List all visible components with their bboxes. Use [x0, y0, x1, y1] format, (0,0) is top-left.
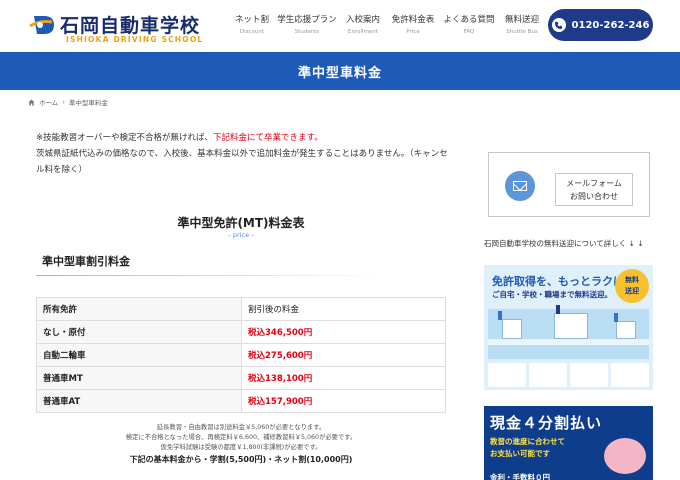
- breadcrumb-current: 準中型車料金: [68, 99, 108, 107]
- mail-icon: [505, 171, 535, 201]
- shuttle-info-link[interactable]: 石岡自動車学校の無料送迎について詳しく ↓ ↓: [484, 238, 659, 249]
- logo-mark-icon: [29, 16, 54, 34]
- price-cell: 税込138,100円: [241, 366, 446, 390]
- mail-form-button[interactable]: メールフォーム お問い合わせ: [488, 152, 650, 217]
- installment-banner-title: 現金４分割払い: [490, 414, 603, 432]
- license-cell: 自動二輪車: [36, 343, 242, 367]
- column-header-price: 割引後の料金: [241, 297, 446, 321]
- notice-line1: ※技能教習オーバーや検定不合格が無ければ、: [36, 133, 214, 143]
- shuttle-banner-title: 免許取得を、もっとラクに。: [492, 275, 635, 288]
- price-cell: 税込275,600円: [241, 343, 446, 367]
- section-heading: 準中型車割引料金: [36, 252, 446, 276]
- table-row: 普通車MT 税込138,100円: [36, 366, 446, 390]
- shuttle-feature-icons: [488, 363, 649, 387]
- page-title-bar: 準中型車料金: [0, 52, 680, 90]
- installment-banner-subtitle: 教習の進度に合わせて お支払い可能です: [490, 437, 565, 458]
- table-row: 普通車AT 税込157,900円: [36, 389, 446, 413]
- discount-note: 下記の基本料金から・学割(5,500円)・ネット割(10,000円): [129, 455, 353, 464]
- column-header-license: 所有免許: [36, 297, 242, 321]
- phone-number: 0120-262-246: [571, 19, 650, 31]
- breadcrumb: ホーム › 準中型車料金: [28, 97, 108, 107]
- price-table-subtitle: – price –: [227, 231, 255, 239]
- table-row: なし・原付 税込346,500円: [36, 320, 446, 344]
- installment-banner-note: 金利・手数料０円: [490, 473, 550, 480]
- shuttle-banner-subtitle: ご自宅・学校・職場まで無料送迎。: [492, 290, 612, 299]
- license-cell: なし・原付: [36, 320, 242, 344]
- phone-button[interactable]: 0120-262-246: [548, 9, 653, 41]
- license-cell: 普通車AT: [36, 389, 242, 413]
- footnote-line: 延長教習・自由教習は別途料金￥5,060が必要となります。: [156, 424, 326, 431]
- table-header-row: 所有免許 割引後の料金: [36, 297, 446, 321]
- table-row: 自動二輪車 税込275,600円: [36, 343, 446, 367]
- mail-form-label: メールフォーム お問い合わせ: [555, 173, 633, 206]
- nav-discount[interactable]: ネット割 Discount: [234, 14, 270, 37]
- nav-students[interactable]: 学生応援プラン Students: [277, 14, 337, 37]
- nav-faq[interactable]: よくある質問 FAQ: [443, 14, 495, 37]
- footnote-line: 仮免学科試験は受験の都度￥1,800(非課税)が必要です。: [160, 444, 322, 451]
- breadcrumb-home-link[interactable]: ホーム: [39, 97, 58, 107]
- notice-highlight: 下記料金にて卒業できます。: [213, 133, 323, 143]
- site-logo[interactable]: 石岡自動車学校 ISHIOKA DRIVING SCHOOL: [28, 8, 218, 46]
- price-cell: 税込157,900円: [241, 389, 446, 413]
- shuttle-banner[interactable]: 免許取得を、もっとラクに。 ご自宅・学校・職場まで無料送迎。 無料 送迎: [484, 265, 653, 390]
- nav-price[interactable]: 免許料金表 Price: [390, 14, 436, 37]
- notice-text: ※技能教習オーバーや検定不合格が無ければ、下記料金にて卒業できます。 茨城県証紙…: [36, 130, 456, 178]
- phone-icon: [551, 18, 566, 32]
- shuttle-map-illustration: [488, 305, 649, 359]
- nav-enrollment[interactable]: 入校案内 Enrollment: [344, 14, 382, 37]
- footnote-line: 検定に不合格となった場合、再検定料￥6,600、補修教習料￥5,060が必要です…: [125, 434, 357, 441]
- page-title: 準中型車料金: [297, 65, 382, 81]
- installment-banner[interactable]: 現金４分割払い 教習の進度に合わせて お支払い可能です 金利・手数料０円: [484, 406, 653, 480]
- price-table: 所有免許 割引後の料金 なし・原付 税込346,500円 自動二輪車 税込275…: [36, 297, 446, 413]
- nav-shuttle[interactable]: 無料送迎 Shuttle Bus: [502, 14, 542, 37]
- notice-line2: 茨城県証紙代込みの価格なので、入校後、基本料金以外で追加料金が発生することはあり…: [36, 149, 448, 175]
- license-cell: 普通車MT: [36, 366, 242, 390]
- free-shuttle-badge: 無料 送迎: [615, 269, 649, 303]
- logo-subtext: ISHIOKA DRIVING SCHOOL: [66, 35, 204, 44]
- footnotes: 延長教習・自由教習は別途料金￥5,060が必要となります。 検定に不合格となった…: [36, 423, 446, 453]
- price-table-title: 準中型免許(MT)料金表: [177, 216, 305, 230]
- price-cell: 税込346,500円: [241, 320, 446, 344]
- piggy-bank-icon: [604, 438, 646, 474]
- site-header: 石岡自動車学校 ISHIOKA DRIVING SCHOOL ネット割 Disc…: [0, 0, 680, 52]
- home-icon: [28, 98, 35, 106]
- main-content: ※技能教習オーバーや検定不合格が無ければ、下記料金にて卒業できます。 茨城県証紙…: [0, 110, 470, 480]
- logo-text: 石岡自動車学校: [60, 15, 201, 37]
- breadcrumb-separator: ›: [62, 98, 65, 106]
